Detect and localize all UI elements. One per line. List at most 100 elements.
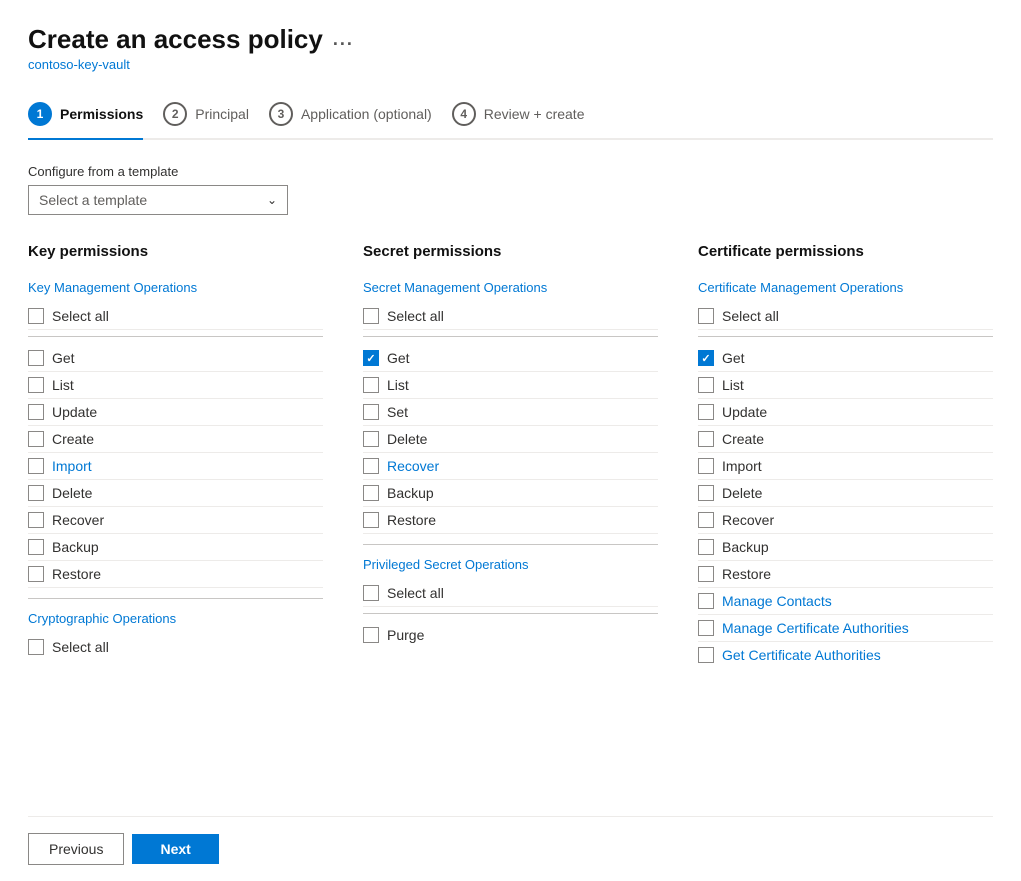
secret-select-all-row: Select all: [363, 303, 658, 330]
key-recover-row: Recover: [28, 507, 323, 534]
secret-set-checkbox[interactable]: [363, 404, 379, 420]
key-select-all-checkbox[interactable]: [28, 308, 44, 324]
template-dropdown[interactable]: Select a template ⌄: [28, 185, 288, 215]
cert-select-all-checkbox[interactable]: [698, 308, 714, 324]
cert-get-ca-checkbox[interactable]: [698, 647, 714, 663]
step-4-review[interactable]: 4 Review + create: [452, 92, 605, 138]
cert-delete-label[interactable]: Delete: [722, 485, 762, 501]
priv-select-all-checkbox[interactable]: [363, 585, 379, 601]
cert-manage-contacts-row: Manage Contacts: [698, 588, 993, 615]
secret-set-label[interactable]: Set: [387, 404, 408, 420]
cert-update-checkbox[interactable]: [698, 404, 714, 420]
key-delete-checkbox[interactable]: [28, 485, 44, 501]
template-placeholder: Select a template: [39, 192, 147, 208]
key-list-row: List: [28, 372, 323, 399]
step-2-principal[interactable]: 2 Principal: [163, 92, 269, 138]
key-update-label[interactable]: Update: [52, 404, 97, 420]
key-backup-checkbox[interactable]: [28, 539, 44, 555]
cert-list-checkbox[interactable]: [698, 377, 714, 393]
key-update-checkbox[interactable]: [28, 404, 44, 420]
secret-delete-checkbox[interactable]: [363, 431, 379, 447]
key-recover-checkbox[interactable]: [28, 512, 44, 528]
key-get-label[interactable]: Get: [52, 350, 75, 366]
key-create-checkbox[interactable]: [28, 431, 44, 447]
secret-backup-label[interactable]: Backup: [387, 485, 434, 501]
secret-purge-checkbox[interactable]: [363, 627, 379, 643]
cert-create-checkbox[interactable]: [698, 431, 714, 447]
cert-import-label[interactable]: Import: [722, 458, 762, 474]
secret-restore-row: Restore: [363, 507, 658, 534]
step-3-circle: 3: [269, 102, 293, 126]
cert-restore-checkbox[interactable]: [698, 566, 714, 582]
key-list-label[interactable]: List: [52, 377, 74, 393]
cert-backup-checkbox[interactable]: [698, 539, 714, 555]
key-permissions-column: Key permissions Key Management Operation…: [28, 243, 323, 806]
secret-restore-label[interactable]: Restore: [387, 512, 436, 528]
key-select-all-label[interactable]: Select all: [52, 308, 109, 324]
key-create-label[interactable]: Create: [52, 431, 94, 447]
key-management-header: Key Management Operations: [28, 280, 323, 295]
template-label: Configure from a template: [28, 164, 993, 179]
key-import-label[interactable]: Import: [52, 458, 92, 474]
key-restore-label[interactable]: Restore: [52, 566, 101, 582]
secret-get-label[interactable]: Get: [387, 350, 410, 366]
cert-backup-label[interactable]: Backup: [722, 539, 769, 555]
key-restore-checkbox[interactable]: [28, 566, 44, 582]
certificate-management-header: Certificate Management Operations: [698, 280, 993, 295]
cert-get-label[interactable]: Get: [722, 350, 745, 366]
next-button[interactable]: Next: [132, 834, 218, 864]
key-list-checkbox[interactable]: [28, 377, 44, 393]
key-restore-row: Restore: [28, 561, 323, 588]
crypto-operations-header: Cryptographic Operations: [28, 611, 323, 626]
secret-recover-checkbox[interactable]: [363, 458, 379, 474]
secret-list-checkbox[interactable]: [363, 377, 379, 393]
cert-recover-label[interactable]: Recover: [722, 512, 774, 528]
secret-recover-label[interactable]: Recover: [387, 458, 439, 474]
cert-create-label[interactable]: Create: [722, 431, 764, 447]
step-3-application[interactable]: 3 Application (optional): [269, 92, 452, 138]
secret-permissions-title: Secret permissions: [363, 243, 658, 260]
certificate-permissions-title: Certificate permissions: [698, 243, 993, 260]
cert-list-label[interactable]: List: [722, 377, 744, 393]
cert-get-checkbox[interactable]: [698, 350, 714, 366]
secret-set-row: Set: [363, 399, 658, 426]
cert-manage-ca-label[interactable]: Manage Certificate Authorities: [722, 620, 909, 636]
key-delete-row: Delete: [28, 480, 323, 507]
cert-restore-label[interactable]: Restore: [722, 566, 771, 582]
priv-select-all-label[interactable]: Select all: [387, 585, 444, 601]
key-recover-label[interactable]: Recover: [52, 512, 104, 528]
secret-backup-checkbox[interactable]: [363, 485, 379, 501]
secret-permissions-column: Secret permissions Secret Management Ope…: [363, 243, 658, 806]
cert-select-all-label[interactable]: Select all: [722, 308, 779, 324]
cert-manage-ca-checkbox[interactable]: [698, 620, 714, 636]
key-get-checkbox[interactable]: [28, 350, 44, 366]
breadcrumb-subtitle[interactable]: contoso-key-vault: [28, 57, 993, 72]
key-delete-label[interactable]: Delete: [52, 485, 92, 501]
step-1-permissions[interactable]: 1 Permissions: [28, 92, 163, 138]
cert-delete-checkbox[interactable]: [698, 485, 714, 501]
crypto-select-all-label[interactable]: Select all: [52, 639, 109, 655]
cert-manage-contacts-label[interactable]: Manage Contacts: [722, 593, 832, 609]
secret-restore-checkbox[interactable]: [363, 512, 379, 528]
cert-get-ca-label[interactable]: Get Certificate Authorities: [722, 647, 881, 663]
cert-import-checkbox[interactable]: [698, 458, 714, 474]
cert-recover-checkbox[interactable]: [698, 512, 714, 528]
secret-delete-label[interactable]: Delete: [387, 431, 427, 447]
previous-button[interactable]: Previous: [28, 833, 124, 865]
key-create-row: Create: [28, 426, 323, 453]
secret-list-label[interactable]: List: [387, 377, 409, 393]
ellipsis-button[interactable]: ...: [333, 29, 354, 50]
secret-purge-label[interactable]: Purge: [387, 627, 424, 643]
cert-select-all-row: Select all: [698, 303, 993, 330]
key-import-checkbox[interactable]: [28, 458, 44, 474]
key-backup-label[interactable]: Backup: [52, 539, 99, 555]
cert-update-label[interactable]: Update: [722, 404, 767, 420]
cert-manage-ca-row: Manage Certificate Authorities: [698, 615, 993, 642]
cert-import-row: Import: [698, 453, 993, 480]
cert-manage-contacts-checkbox[interactable]: [698, 593, 714, 609]
secret-get-checkbox[interactable]: [363, 350, 379, 366]
secret-select-all-checkbox[interactable]: [363, 308, 379, 324]
crypto-select-all-checkbox[interactable]: [28, 639, 44, 655]
secret-select-all-label[interactable]: Select all: [387, 308, 444, 324]
secret-get-row: Get: [363, 345, 658, 372]
